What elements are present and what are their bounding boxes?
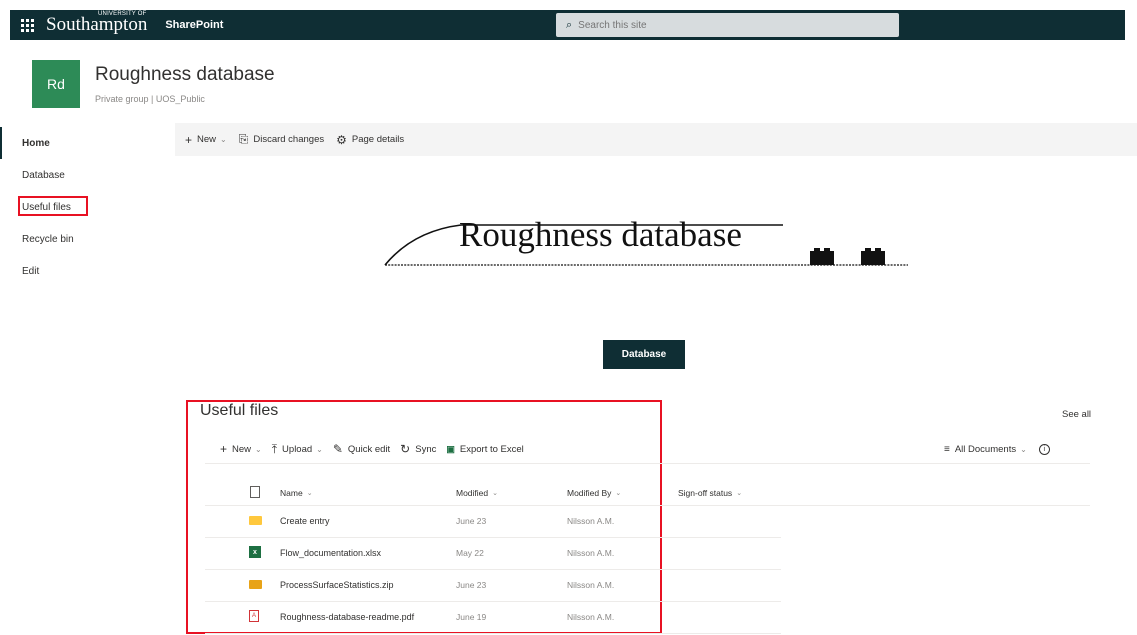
site-header: Rd Roughness database Private group | UO… xyxy=(0,48,1137,123)
column-header-label: Sign-off status xyxy=(678,488,733,498)
chevron-down-icon: ⌄ xyxy=(306,490,313,497)
file-modified-by: Nilsson A.M. xyxy=(567,580,615,590)
nav-item-home[interactable]: Home xyxy=(0,127,175,159)
page-details-button[interactable]: ⚙ Page details xyxy=(336,133,404,147)
site-logo-text: Rd xyxy=(47,76,65,92)
info-icon[interactable]: i xyxy=(1038,443,1050,455)
plus-icon: + xyxy=(220,442,228,456)
quick-edit-label: Quick edit xyxy=(347,443,391,455)
file-list-header: Name ⌄ Modified ⌄ Modified By ⌄ Sign-off… xyxy=(205,480,1090,506)
library-new-button[interactable]: + New ⌄ xyxy=(220,442,262,456)
see-all-link[interactable]: See all xyxy=(1062,409,1091,420)
upload-icon: ⤒ xyxy=(271,441,278,456)
chevron-down-icon: ⌄ xyxy=(492,490,499,497)
excel-file-icon: x xyxy=(249,546,261,558)
hero-banner-image: Roughness database xyxy=(383,213,913,273)
chevron-down-icon: ⌄ xyxy=(220,135,227,144)
table-row[interactable]: Create entry June 23 Nilsson A.M. xyxy=(205,506,781,538)
pencil-icon: ✎ xyxy=(332,442,343,456)
site-title[interactable]: Roughness database xyxy=(95,64,275,86)
university-logo-name: Southampton xyxy=(46,14,148,35)
zip-folder-icon xyxy=(249,580,262,589)
gear-icon: ⚙ xyxy=(336,132,347,147)
sharepoint-link[interactable]: SharePoint xyxy=(165,19,223,31)
new-button[interactable]: + New ⌄ xyxy=(185,133,227,147)
nav-item-recycle-bin[interactable]: Recycle bin xyxy=(0,223,175,255)
university-logo-top: UNIVERSITY OF xyxy=(98,11,147,17)
upload-label: Upload xyxy=(282,443,313,455)
divider xyxy=(205,463,1090,464)
search-icon: ⌕ xyxy=(566,18,573,31)
export-to-excel-button[interactable]: ▣ Export to Excel xyxy=(446,444,523,455)
new-label: New xyxy=(197,134,217,145)
column-header-modified[interactable]: Modified ⌄ xyxy=(456,488,498,498)
file-name[interactable]: Roughness-database-readme.pdf xyxy=(280,612,414,622)
pdf-file-icon: A xyxy=(249,610,259,622)
table-row[interactable]: A Roughness-database-readme.pdf June 19 … xyxy=(205,602,781,634)
library-command-bar: + New ⌄ ⤒ Upload ⌄ ✎ Quick edit ↻ Sync ▣… xyxy=(220,438,534,460)
export-label: Export to Excel xyxy=(459,443,524,455)
quick-edit-button[interactable]: ✎ Quick edit xyxy=(333,442,390,456)
chevron-down-icon: ⌄ xyxy=(1020,444,1027,454)
file-name[interactable]: Flow_documentation.xlsx xyxy=(280,548,381,558)
site-logo[interactable]: Rd xyxy=(32,60,80,108)
nav-item-label: Edit xyxy=(22,265,40,277)
nav-item-label: Home xyxy=(22,137,50,149)
filter-lines-icon: ≡ xyxy=(944,443,950,455)
discard-icon: ⎘ xyxy=(238,132,249,146)
chevron-down-icon: ⌄ xyxy=(255,444,262,454)
excel-icon: ▣ xyxy=(446,443,455,454)
page-command-bar: + New ⌄ ⎘ Discard changes ⚙ Page details xyxy=(175,123,1137,156)
file-modified: May 22 xyxy=(456,548,484,558)
table-row[interactable]: ProcessSurfaceStatistics.zip June 23 Nil… xyxy=(205,570,781,602)
search-box[interactable]: ⌕ xyxy=(556,13,899,37)
upload-button[interactable]: ⤒ Upload ⌄ xyxy=(272,442,323,457)
nav-item-label: Recycle bin xyxy=(22,233,74,245)
file-modified-by: Nilsson A.M. xyxy=(567,548,615,558)
column-header-modified-by[interactable]: Modified By ⌄ xyxy=(567,488,621,498)
file-modified: June 19 xyxy=(456,612,487,622)
file-name[interactable]: Create entry xyxy=(280,516,330,526)
file-type-header-icon[interactable] xyxy=(250,486,260,498)
database-button[interactable]: Database xyxy=(603,340,685,369)
sync-icon: ↻ xyxy=(400,442,411,456)
sync-button[interactable]: ↻ Sync xyxy=(400,442,436,456)
file-modified: June 23 xyxy=(456,516,487,526)
page-details-label: Page details xyxy=(351,134,405,145)
nav-item-label: Database xyxy=(22,169,65,181)
file-name[interactable]: ProcessSurfaceStatistics.zip xyxy=(280,580,394,590)
hero-title: Roughness database xyxy=(459,215,742,254)
suite-bar: UNIVERSITY OF Southampton SharePoint ⌕ xyxy=(0,0,1137,48)
column-header-name[interactable]: Name ⌄ xyxy=(280,488,313,498)
chevron-down-icon: ⌄ xyxy=(615,490,622,497)
file-modified-by: Nilsson A.M. xyxy=(567,516,615,526)
chevron-down-icon: ⌄ xyxy=(316,444,323,454)
file-modified-by: Nilsson A.M. xyxy=(567,612,615,622)
useful-files-highlight xyxy=(18,196,88,216)
left-navigation: Home Database Useful files Recycle bin E… xyxy=(0,123,175,635)
useful-files-title[interactable]: Useful files xyxy=(200,402,278,420)
university-logo[interactable]: UNIVERSITY OF Southampton xyxy=(46,11,148,36)
nav-item-edit[interactable]: Edit xyxy=(0,255,175,287)
view-selector[interactable]: ≡ All Documents ⌄ i xyxy=(944,438,1050,460)
plus-icon: + xyxy=(185,132,193,147)
discard-label: Discard changes xyxy=(253,134,325,145)
nav-item-database[interactable]: Database xyxy=(0,159,175,191)
column-header-label: Name xyxy=(280,488,303,498)
folder-icon xyxy=(249,516,262,525)
suite-bar-inner: UNIVERSITY OF Southampton SharePoint ⌕ xyxy=(10,10,1125,40)
file-modified: June 23 xyxy=(456,580,487,590)
column-header-label: Modified By xyxy=(567,488,612,498)
discard-changes-button[interactable]: ⎘ Discard changes xyxy=(239,132,324,147)
site-subtitle: Private group | UOS_Public xyxy=(95,94,205,104)
chevron-down-icon: ⌄ xyxy=(736,490,743,497)
app-launcher-icon[interactable] xyxy=(10,10,44,40)
column-header-signoff-status[interactable]: Sign-off status ⌄ xyxy=(678,488,742,498)
sync-label: Sync xyxy=(415,443,437,455)
library-new-label: New xyxy=(232,443,252,455)
view-label: All Documents xyxy=(954,443,1017,455)
column-header-label: Modified xyxy=(456,488,489,498)
table-row[interactable]: x Flow_documentation.xlsx May 22 Nilsson… xyxy=(205,538,781,570)
search-input[interactable] xyxy=(578,19,859,31)
